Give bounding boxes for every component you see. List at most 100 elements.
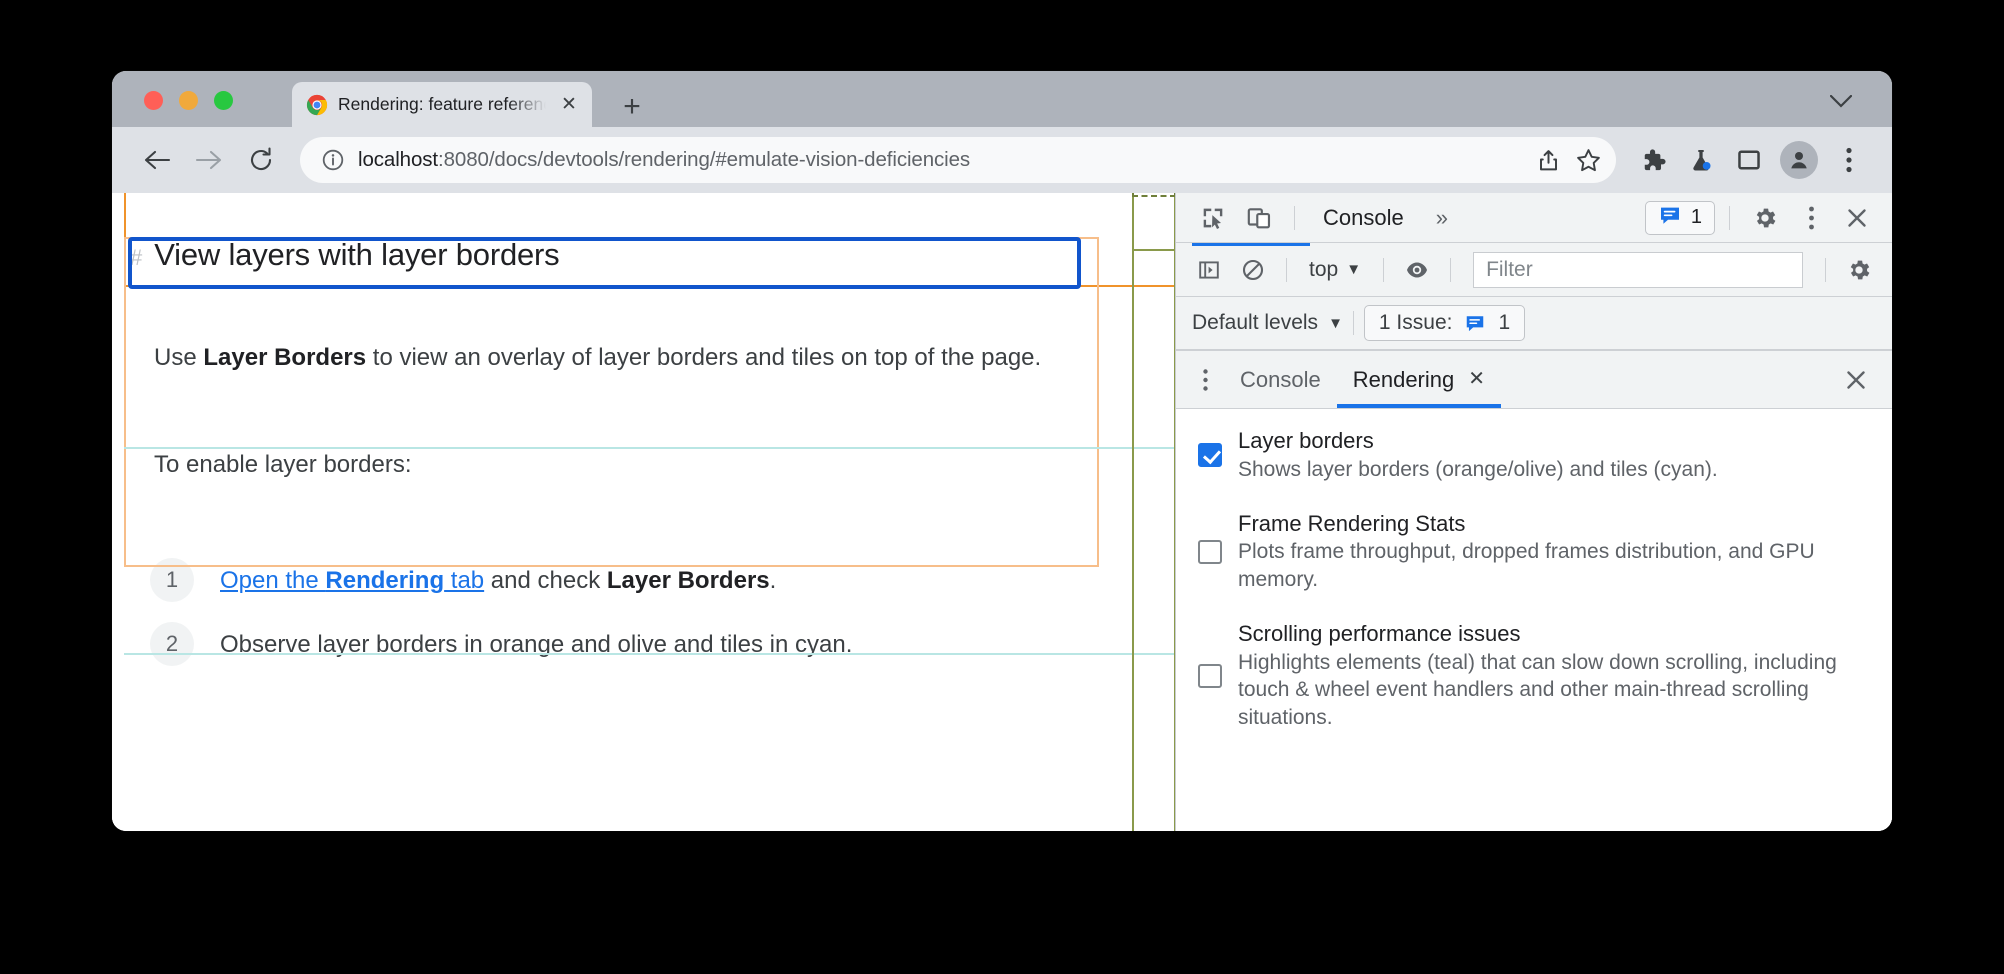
scrolling-performance-issues-checkbox[interactable] <box>1198 664 1222 689</box>
filter-input[interactable]: Filter <box>1473 251 1803 288</box>
tab-console[interactable]: Console <box>1309 193 1418 243</box>
browser-menu-icon[interactable] <box>1828 139 1870 181</box>
setting-text: Scrolling performance issues Highlights … <box>1238 620 1872 732</box>
back-button[interactable] <box>134 137 180 183</box>
experiments-flask-icon[interactable] <box>1680 139 1722 181</box>
browser-tab[interactable]: Rendering: feature reference - ✕ <box>292 82 592 127</box>
issues-summary-pill[interactable]: 1 Issue: 1 <box>1363 305 1526 341</box>
toolbar-divider <box>1825 257 1826 282</box>
rendering-tab-link[interactable]: Open the Rendering tab <box>220 567 484 594</box>
toolbar-divider <box>1352 311 1354 335</box>
setting-description: Highlights elements (teal) that can slow… <box>1238 650 1837 730</box>
paragraph-layer-borders: Use Layer Borders to view an overlay of … <box>112 337 1112 378</box>
drawer-tab-bar: Console Rendering ✕ <box>1176 351 1892 409</box>
reload-button[interactable] <box>238 137 284 183</box>
steps-list: 1 Open the Rendering tab and check Layer… <box>112 548 1175 676</box>
minimize-window-button[interactable] <box>179 91 198 110</box>
browser-toolbar: localhost:8080/docs/devtools/rendering/#… <box>112 127 1892 193</box>
toolbar-divider <box>1286 257 1287 282</box>
setting-scrolling-performance-issues[interactable]: Scrolling performance issues Highlights … <box>1198 620 1872 732</box>
step-text: Open the Rendering tab and check Layer B… <box>220 558 776 597</box>
chevron-down-icon: ▼ <box>1346 261 1362 278</box>
anchor-hash-link[interactable]: # <box>130 245 142 271</box>
drawer-tab-console[interactable]: Console <box>1224 351 1337 408</box>
address-bar-url[interactable]: localhost:8080/docs/devtools/rendering/#… <box>348 148 1528 172</box>
setting-description: Shows layer borders (orange/olive) and t… <box>1238 457 1718 481</box>
setting-layer-borders[interactable]: Layer borders Shows layer borders (orang… <box>1198 427 1872 484</box>
setting-description: Plots frame throughput, dropped frames d… <box>1238 540 1815 592</box>
console-sidebar-icon[interactable] <box>1188 251 1230 289</box>
close-drawer-icon[interactable] <box>1836 360 1876 400</box>
profile-avatar[interactable] <box>1780 141 1818 179</box>
paragraph-enable-intro: To enable layer borders: <box>154 451 412 479</box>
forward-button[interactable] <box>186 137 232 183</box>
toolbar-divider <box>1450 257 1452 282</box>
viewport-row: # View layers with layer borders Use Lay… <box>112 193 1892 831</box>
close-window-button[interactable] <box>144 91 163 110</box>
browser-window: Rendering: feature reference - ✕ + local… <box>112 71 1892 831</box>
close-devtools-icon[interactable] <box>1836 199 1878 237</box>
chevron-down-icon: ▼ <box>1328 314 1343 332</box>
setting-title: Frame Rendering Stats <box>1238 510 1466 536</box>
list-item: 2 Observe layer borders in orange and ol… <box>150 612 1175 676</box>
share-icon[interactable] <box>1528 140 1568 180</box>
link-bold: Rendering <box>325 566 445 594</box>
url-host: localhost <box>358 148 439 171</box>
issue-message-icon <box>1464 312 1486 334</box>
drawer-tab-label: Console <box>1240 367 1321 392</box>
maximize-window-button[interactable] <box>214 91 233 110</box>
list-item: 1 Open the Rendering tab and check Layer… <box>150 548 1175 612</box>
close-drawer-tab-icon[interactable]: ✕ <box>1468 351 1485 408</box>
step1-mid: and check <box>484 566 607 594</box>
toolbar-divider <box>1729 205 1730 230</box>
issues-count: 1 <box>1690 206 1702 228</box>
drawer-tab-label: Rendering <box>1352 367 1455 392</box>
rendering-settings-panel: Layer borders Shows layer borders (orang… <box>1176 409 1892 831</box>
gear-icon[interactable] <box>1744 199 1786 237</box>
address-bar[interactable]: localhost:8080/docs/devtools/rendering/#… <box>300 137 1616 183</box>
new-tab-button[interactable]: + <box>612 89 652 125</box>
setting-frame-rendering-stats[interactable]: Frame Rendering Stats Plots frame throug… <box>1198 510 1872 594</box>
device-toggle-icon[interactable] <box>1238 199 1280 237</box>
devtools-main-toolbar: Console » 1 <box>1176 193 1892 243</box>
toolbar-divider <box>1294 205 1295 230</box>
side-panel-icon[interactable] <box>1728 139 1770 181</box>
inspect-element-icon[interactable] <box>1192 199 1234 237</box>
console-filter-toolbar: top ▼ Filter <box>1176 243 1892 297</box>
devtools-more-icon[interactable] <box>1790 199 1832 237</box>
live-expression-icon[interactable] <box>1396 251 1438 289</box>
console-levels-toolbar: Default levels ▼ 1 Issue: 1 <box>1176 297 1892 351</box>
layer-borders-checkbox[interactable] <box>1198 443 1222 468</box>
para1-bold: Layer Borders <box>203 344 367 371</box>
page-content: # View layers with layer borders Use Lay… <box>112 193 1175 831</box>
para1-after: to view an overlay of layer borders and … <box>366 344 1042 371</box>
page-viewport[interactable]: # View layers with layer borders Use Lay… <box>112 193 1175 831</box>
issues-pill-count: 1 <box>1498 311 1511 334</box>
chevron-down-icon[interactable] <box>1824 87 1858 117</box>
step-number: 2 <box>150 621 194 666</box>
clear-console-icon[interactable] <box>1232 251 1274 289</box>
info-circle-icon[interactable] <box>318 145 348 175</box>
step-text: Observe layer borders in orange and oliv… <box>220 630 853 658</box>
more-tabs-button[interactable]: » <box>1422 205 1462 231</box>
log-levels-dropdown[interactable]: Default levels ▼ <box>1192 311 1343 335</box>
issues-badge[interactable]: 1 <box>1644 200 1715 235</box>
log-levels-label: Default levels <box>1192 311 1319 334</box>
url-path: :8080/docs/devtools/rendering/#emulate-v… <box>438 148 971 171</box>
devtools-panel: Console » 1 top ▼ Filter Default levels … <box>1175 193 1892 831</box>
frame-rendering-stats-checkbox[interactable] <box>1198 539 1222 564</box>
context-label: top <box>1309 257 1339 281</box>
setting-title: Scrolling performance issues <box>1238 620 1521 646</box>
setting-title: Layer borders <box>1238 428 1374 453</box>
extensions-icon[interactable] <box>1632 139 1674 181</box>
console-settings-gear-icon[interactable] <box>1838 251 1880 289</box>
close-tab-button[interactable]: ✕ <box>556 92 582 118</box>
issue-message-icon <box>1658 203 1682 232</box>
drawer-more-icon[interactable] <box>1186 360 1224 400</box>
star-icon[interactable] <box>1568 140 1608 180</box>
setting-text: Layer borders Shows layer borders (orang… <box>1238 427 1718 484</box>
drawer-tab-rendering[interactable]: Rendering ✕ <box>1336 351 1502 408</box>
execution-context-selector[interactable]: top ▼ <box>1299 258 1371 282</box>
step1-end: . <box>769 566 777 594</box>
step-number: 1 <box>150 557 194 602</box>
